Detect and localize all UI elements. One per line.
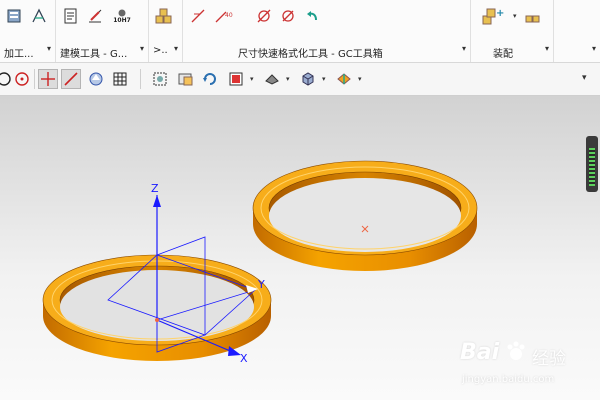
dimension-value-icon[interactable]: 40 xyxy=(213,7,237,25)
chevron-down-icon[interactable]: ▾ xyxy=(286,75,290,83)
chevron-down-icon[interactable]: ▾ xyxy=(358,75,362,83)
edit-dimension-icon[interactable] xyxy=(86,7,104,25)
ribbon-group-machining: 加工... ▾ xyxy=(0,0,56,62)
chevron-down-icon[interactable]: ▾ xyxy=(513,12,517,20)
chevron-down-icon[interactable]: ▾ xyxy=(250,75,254,83)
x-axis-label: X xyxy=(240,352,248,365)
ribbon-group-label: 装配 xyxy=(493,49,513,59)
grid-icon[interactable] xyxy=(110,69,130,89)
view-triad-gauge[interactable] xyxy=(586,136,598,192)
cubes-icon[interactable] xyxy=(155,7,173,25)
csys-origin-icon xyxy=(155,318,159,322)
z-axis-label: Z xyxy=(151,182,159,195)
zoom-window-icon[interactable] xyxy=(176,69,196,89)
svg-text:40: 40 xyxy=(225,12,233,19)
ribbon-group-label: 加工... xyxy=(4,49,34,59)
shaded-edges-icon[interactable] xyxy=(262,69,282,89)
section-view-icon[interactable] xyxy=(334,69,354,89)
selection-toolbar: ▾ ▾ ▾ ▾ ▾ xyxy=(0,63,600,96)
toolbar-overflow-icon[interactable]: ▾ xyxy=(582,73,587,83)
dimension-style-icon[interactable] xyxy=(189,7,207,25)
paw-icon xyxy=(504,340,528,368)
line-tool-icon[interactable] xyxy=(61,69,81,89)
add-component-icon[interactable]: + xyxy=(481,7,507,25)
cube-view-icon[interactable] xyxy=(298,69,318,89)
chevron-down-icon[interactable]: ▾ xyxy=(174,45,178,53)
svg-text:+: + xyxy=(496,8,504,19)
ring-body-right[interactable] xyxy=(252,160,478,271)
watermark-brand: Bai xyxy=(460,340,500,365)
z-axis-arrow-icon[interactable] xyxy=(153,195,161,207)
chevron-down-icon[interactable]: ▾ xyxy=(47,45,51,53)
ribbon-group-label: 建模工具 - G... xyxy=(60,49,128,59)
crosshair-icon[interactable] xyxy=(38,69,58,89)
component-cubes-icon[interactable] xyxy=(523,7,541,25)
manufacturing-icon[interactable] xyxy=(6,7,24,25)
watermark-url: jingyan.baidu.com xyxy=(462,374,555,385)
baidu-jingyan-watermark: Bai 经验 jingyan.baidu.com xyxy=(460,336,600,400)
ribbon-group-more: ▾ xyxy=(554,0,600,62)
diameter-icon[interactable] xyxy=(255,7,273,25)
watermark-cn: 经验 xyxy=(532,349,566,369)
toolpath-icon[interactable] xyxy=(30,7,48,25)
document-icon[interactable] xyxy=(62,7,80,25)
chevron-down-icon[interactable]: ▾ xyxy=(462,45,466,53)
fit-view-icon[interactable] xyxy=(150,69,170,89)
chevron-down-icon[interactable]: ▾ xyxy=(592,45,596,53)
ribbon-group-label: >.. xyxy=(153,45,168,56)
rotate-view-icon[interactable] xyxy=(200,69,220,89)
render-style-icon[interactable] xyxy=(226,69,246,89)
ribbon-group-label: 尺寸快速格式化工具 - GC工具箱 xyxy=(238,49,383,59)
tolerance-label: 10H7 xyxy=(113,17,131,24)
ribbon-group-assembly: + ▾ 装配 ▾ xyxy=(471,0,554,62)
diameter-remove-icon[interactable] xyxy=(279,7,297,25)
chevron-down-icon[interactable]: ▾ xyxy=(545,45,549,53)
ribbon: 加工... ▾ 10H7 建模工具 - G... ▾ >.. ▾ 40 尺寸快速… xyxy=(0,0,600,63)
snap-center-icon[interactable] xyxy=(12,69,32,89)
undo-arrow-icon[interactable] xyxy=(303,7,321,25)
chevron-down-icon[interactable]: ▾ xyxy=(322,75,326,83)
ribbon-group-dimension-format: 40 尺寸快速格式化工具 - GC工具箱 ▾ xyxy=(183,0,471,62)
y-axis-label: Y xyxy=(257,278,265,291)
view-orient-icon[interactable] xyxy=(86,69,106,89)
ribbon-group-modeling-tools: 10H7 建模工具 - G... ▾ xyxy=(56,0,149,62)
ribbon-group-collapsed: >.. ▾ xyxy=(149,0,183,62)
gear-icon xyxy=(118,9,126,17)
tolerance-fit-button[interactable]: 10H7 xyxy=(110,7,134,25)
chevron-down-icon[interactable]: ▾ xyxy=(140,45,144,53)
